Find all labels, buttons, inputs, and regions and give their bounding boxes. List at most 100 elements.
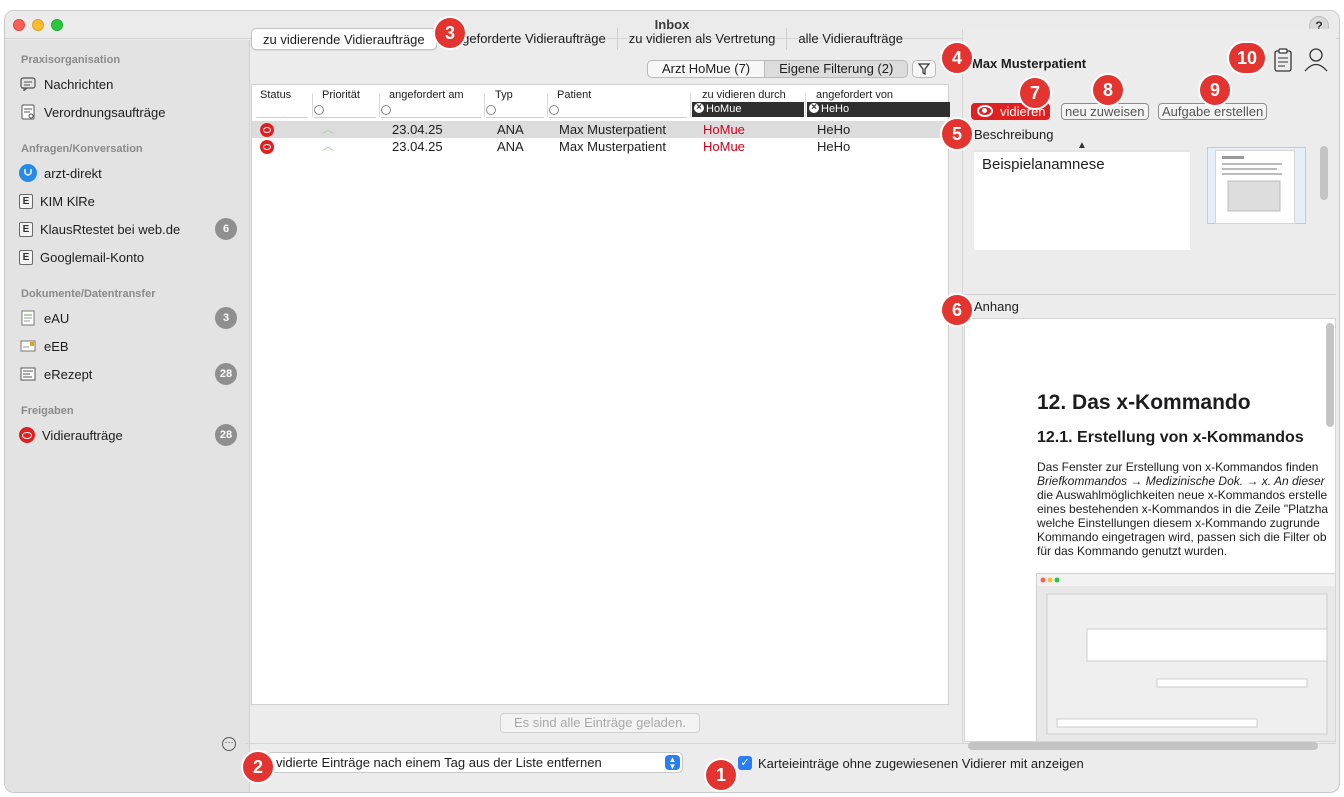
column-divider xyxy=(690,93,691,117)
cell-date: 23.04.25 xyxy=(392,139,443,154)
sidebar-section-title: Dokumente/Datentransfer xyxy=(21,288,156,300)
cell-von: HeHo xyxy=(817,139,851,154)
sidebar-item-label: KlausRtestet bei web.de xyxy=(40,221,181,237)
doc-subheading: 12.1. Erstellung von x-Kommandos xyxy=(1037,429,1304,446)
tab-alle[interactable]: alle Vidieraufträge xyxy=(787,28,914,50)
show-unassigned-checkbox[interactable]: ✓ xyxy=(738,756,752,770)
envelope-icon xyxy=(19,337,37,355)
eye-icon xyxy=(19,427,35,443)
thumbnail-page-preview xyxy=(1215,150,1295,224)
count-badge: 28 xyxy=(215,363,237,385)
callout-marker: 8 xyxy=(1093,75,1123,105)
panel-divider[interactable] xyxy=(962,294,1336,295)
cell-patient: Max Musterpatient xyxy=(559,139,666,154)
doc-embedded-screenshot xyxy=(1036,573,1335,741)
filter-funnel-icon[interactable] xyxy=(912,60,937,78)
column-divider xyxy=(547,93,548,117)
column-filter-radio[interactable] xyxy=(381,105,391,115)
sidebar-item-googlemail[interactable]: E Googlemail-Konto xyxy=(19,245,237,269)
show-unassigned-label: Karteieinträge ohne zugewiesenen Vidiere… xyxy=(758,756,1084,771)
header-underline xyxy=(549,117,687,118)
attachment-viewer[interactable]: 12. Das x-Kommando 12.1. Erstellung von … xyxy=(964,318,1336,742)
sidebar-item-label: Googlemail-Konto xyxy=(40,249,145,265)
column-header-prioritaet[interactable]: Priorität xyxy=(322,89,360,101)
beschreibung-field[interactable]: Beispielanamnese xyxy=(974,150,1190,250)
eye-icon xyxy=(977,105,993,117)
header-underline xyxy=(486,117,544,118)
e-icon: E xyxy=(19,249,33,265)
doc-paragraph: Das Fenster zur Erstellung von x-Kommand… xyxy=(1037,460,1328,558)
cell-typ: ANA xyxy=(497,139,524,154)
sidebar-item-vidierauftraege[interactable]: Vidieraufträge 28 xyxy=(19,423,237,447)
filter-eigene-button[interactable]: Eigene Filterung (2) xyxy=(765,60,909,78)
callout-marker: 5 xyxy=(942,119,972,149)
more-options-icon[interactable]: ··· xyxy=(222,737,236,751)
durch-filter-pill[interactable]: HoMue xyxy=(692,102,804,117)
callout-marker: 10 xyxy=(1229,43,1265,73)
vidier-table: Status Priorität angefordert am Typ Pati… xyxy=(251,84,950,705)
column-header-angefordert-am[interactable]: angefordert am xyxy=(389,89,464,101)
attachment-vertical-scrollbar[interactable] xyxy=(1326,323,1334,427)
header-underline xyxy=(381,117,481,118)
table-row[interactable]: ︿ 23.04.25 ANA Max Musterpatient HoMue H… xyxy=(252,121,948,138)
aufgabe-erstellen-button[interactable]: Aufgabe erstellen xyxy=(1158,103,1268,120)
select-value: vidierte Einträge nach einem Tag aus der… xyxy=(276,755,602,770)
column-filter-radio[interactable] xyxy=(486,105,496,115)
remove-entries-select[interactable]: vidierte Einträge nach einem Tag aus der… xyxy=(267,752,683,773)
sidebar-item-eeb[interactable]: eEB xyxy=(19,334,237,358)
column-divider xyxy=(484,93,485,117)
column-header-zu-vidieren-durch[interactable]: zu vidieren durch xyxy=(702,89,786,101)
prescription-icon xyxy=(19,365,37,383)
sidebar-item-label: eAU xyxy=(44,310,70,326)
callout-marker: 6 xyxy=(942,295,972,325)
sidebar-item-label: KIM KlRe xyxy=(40,193,95,209)
column-header-typ[interactable]: Typ xyxy=(495,89,513,101)
column-header-status[interactable]: Status xyxy=(260,89,291,101)
eye-icon xyxy=(260,140,274,154)
von-filter-pill[interactable]: HeHo xyxy=(807,102,950,117)
load-more-button[interactable]: Es sind alle Einträge geladen. xyxy=(500,713,700,733)
filter-arzt-button[interactable]: Arzt HoMue (7) xyxy=(647,60,766,78)
sidebar-section-title: Freigaben xyxy=(21,405,74,417)
column-header-angefordert-von[interactable]: angefordert von xyxy=(816,89,893,101)
eye-icon xyxy=(260,123,274,137)
sidebar-item-nachrichten[interactable]: Nachrichten xyxy=(19,72,237,96)
sidebar-item-erezept[interactable]: eRezept 28 xyxy=(19,362,237,386)
column-filter-radio[interactable] xyxy=(549,105,559,115)
sidebar-item-verordnungsauftraege[interactable]: Verordnungsaufträge xyxy=(19,100,237,124)
sidebar-item-label: eRezept xyxy=(44,366,93,382)
sidebar-item-arzt-direkt[interactable]: arzt-direkt xyxy=(19,161,237,185)
doc-line: Das Fenster zur Erstellung von x-Kommand… xyxy=(1037,460,1319,474)
anhang-label: Anhang xyxy=(974,299,1019,314)
sidebar-item-label: Vidieraufträge xyxy=(42,427,123,443)
column-divider xyxy=(805,93,806,117)
doc-heading: 12. Das x-Kommando xyxy=(1037,391,1251,414)
doc-line: für das Kommando genutzt wurden. xyxy=(1037,544,1228,558)
callout-marker: 7 xyxy=(1020,78,1050,108)
tab-vertretung[interactable]: zu vidieren als Vertretung xyxy=(618,28,788,50)
clipboard-icon[interactable] xyxy=(1273,48,1293,72)
sidebar-item-label: arzt-direkt xyxy=(44,165,102,181)
sidebar: Praxisorganisation Nachrichten Verordnun… xyxy=(5,40,250,792)
thumbnail-scrollbar[interactable] xyxy=(1320,146,1328,200)
neu-zuweisen-button[interactable]: neu zuweisen xyxy=(1061,103,1149,120)
sidebar-item-label: eEB xyxy=(44,338,69,354)
table-row[interactable]: ︿ 23.04.25 ANA Max Musterpatient HoMue H… xyxy=(252,138,948,155)
callout-marker: 9 xyxy=(1200,75,1230,105)
chevron-up-icon: ︿ xyxy=(322,122,335,136)
cell-patient: Max Musterpatient xyxy=(559,122,666,137)
stethoscope-icon xyxy=(19,164,37,182)
beschreibung-label: Beschreibung xyxy=(974,127,1054,142)
column-divider xyxy=(379,93,380,117)
cell-durch: HoMue xyxy=(703,139,745,154)
attachment-horizontal-scrollbar[interactable] xyxy=(968,742,1318,750)
tab-zu-vidierende[interactable]: zu vidierende Vidieraufträge xyxy=(251,28,437,50)
sidebar-item-label: Verordnungsaufträge xyxy=(44,104,166,120)
column-header-patient[interactable]: Patient xyxy=(557,89,591,101)
column-filter-radio[interactable] xyxy=(314,105,324,115)
person-icon[interactable] xyxy=(1303,46,1329,72)
cell-von: HeHo xyxy=(817,122,851,137)
sidebar-item-eau[interactable]: eAU 3 xyxy=(19,306,237,330)
sidebar-item-klausrtestet[interactable]: E KlausRtestet bei web.de 6 xyxy=(19,217,237,241)
sidebar-item-kim-klre[interactable]: E KIM KlRe xyxy=(19,189,237,213)
